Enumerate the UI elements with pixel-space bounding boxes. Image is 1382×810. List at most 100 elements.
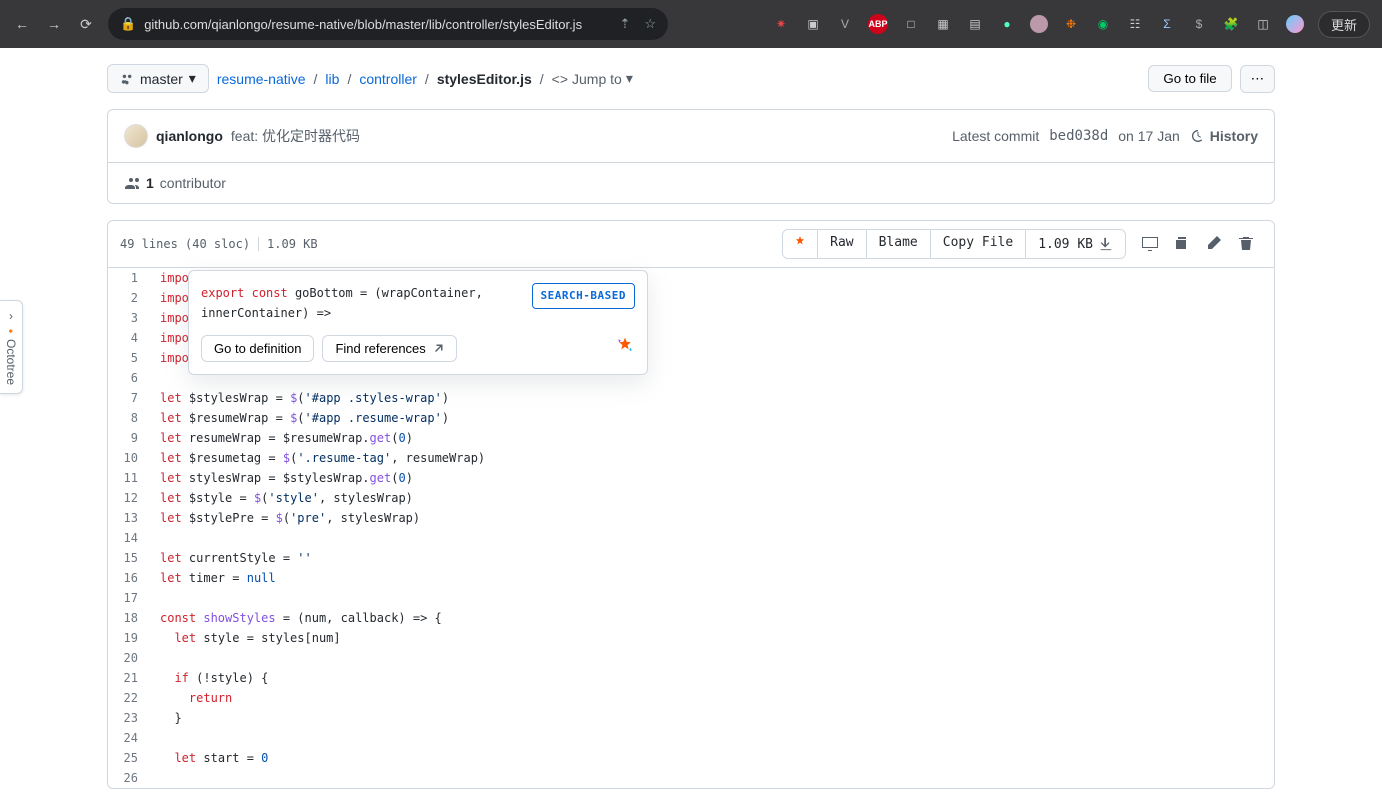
code-line[interactable]: 24 — [108, 728, 1274, 748]
path-sep: / — [540, 71, 544, 87]
symbol-hover-popup: SEARCH-BASED export const goBottom = (wr… — [188, 270, 648, 375]
delete-icon[interactable] — [1230, 230, 1262, 259]
edit-icon[interactable] — [1198, 230, 1230, 259]
bookmark-icon[interactable]: □ — [902, 15, 920, 33]
code-line[interactable]: 10let $resumetag = $('.resume-tag', resu… — [108, 448, 1274, 468]
code-line[interactable]: 11let stylesWrap = $stylesWrap.get(0) — [108, 468, 1274, 488]
ext-icon-7[interactable]: ◉ — [1094, 15, 1112, 33]
path-sep: / — [314, 71, 318, 87]
code-area[interactable]: SEARCH-BASED export const goBottom = (wr… — [108, 268, 1274, 788]
lock-icon: 🔒 — [120, 16, 136, 32]
branch-name: master — [140, 71, 183, 87]
raw-button[interactable]: Raw — [818, 230, 866, 258]
adblock-icon[interactable]: ABP — [868, 14, 888, 34]
ext-icon-v[interactable]: V — [836, 15, 854, 33]
chevron-right-icon: › — [9, 309, 13, 323]
blame-button[interactable]: Blame — [867, 230, 931, 258]
contributor-label: contributor — [160, 175, 226, 191]
url-bar[interactable]: 🔒 github.com/qianlongo/resume-native/blo… — [108, 8, 668, 40]
forward-icon[interactable]: → — [44, 16, 64, 32]
author-name[interactable]: qianlongo — [156, 128, 223, 144]
code-line[interactable]: 25 let start = 0 — [108, 748, 1274, 768]
ext-icon-8[interactable]: ☷ — [1126, 15, 1144, 33]
ext-icon-2[interactable]: ▣ — [804, 15, 822, 33]
path-sep: / — [347, 71, 351, 87]
breadcrumb-file: stylesEditor.js — [437, 71, 532, 87]
ext-icon-4[interactable]: ● — [998, 15, 1016, 33]
jump-to-dropdown[interactable]: <> Jump to ▾ — [552, 70, 633, 87]
code-line[interactable]: 15let currentStyle = '' — [108, 548, 1274, 568]
history-icon — [1190, 128, 1206, 144]
download-size-button[interactable]: 1.09 KB — [1026, 230, 1125, 258]
code-line[interactable]: 22 return — [108, 688, 1274, 708]
path-sep: / — [425, 71, 429, 87]
file-size: 1.09 KB — [267, 237, 318, 251]
latest-commit-row: qianlongo feat: 优化定时器代码 Latest commit be… — [108, 110, 1274, 163]
extensions-icon[interactable]: 🧩 — [1222, 15, 1240, 33]
panel-icon[interactable]: ◫ — [1254, 15, 1272, 33]
code-line[interactable]: 7let $stylesWrap = $('#app .styles-wrap'… — [108, 388, 1274, 408]
code-line[interactable]: 18const showStyles = (num, callback) => … — [108, 608, 1274, 628]
sourcegraph-group: Raw Blame Copy File 1.09 KB — [782, 229, 1126, 259]
code-line[interactable]: 23 } — [108, 708, 1274, 728]
breadcrumb-repo[interactable]: resume-native — [217, 71, 306, 87]
ext-icon-6[interactable]: ❉ — [1062, 15, 1080, 33]
branch-icon — [120, 72, 134, 86]
sourcegraph-icon[interactable] — [783, 230, 818, 258]
branch-dropdown[interactable]: master ▾ — [107, 64, 209, 93]
go-to-definition-button[interactable]: Go to definition — [201, 335, 314, 362]
ext-icon-1[interactable]: ✷ — [772, 15, 790, 33]
breadcrumb-controller[interactable]: controller — [359, 71, 417, 87]
sourcegraph-logo-icon[interactable] — [615, 336, 635, 362]
code-line[interactable]: 9let resumeWrap = $resumeWrap.get(0) — [108, 428, 1274, 448]
octotree-tab[interactable]: › • Octotree — [0, 300, 23, 394]
go-to-file-button[interactable]: Go to file — [1148, 65, 1231, 92]
more-actions-button[interactable]: ⋯ — [1240, 65, 1275, 93]
code-line[interactable]: 17 — [108, 588, 1274, 608]
ext-icon-5[interactable] — [1030, 15, 1048, 33]
external-link-icon — [432, 343, 444, 355]
file-path-row: master ▾ resume-native / lib / controlle… — [107, 64, 1275, 93]
code-line[interactable]: 26 — [108, 768, 1274, 788]
octotree-label: Octotree — [4, 339, 18, 385]
share-icon[interactable]: ⇡ — [619, 16, 630, 32]
profile-avatar[interactable] — [1286, 15, 1304, 33]
code-line[interactable]: 8let $resumeWrap = $('#app .resume-wrap'… — [108, 408, 1274, 428]
find-references-button[interactable]: Find references — [322, 335, 456, 362]
code-line[interactable]: 20 — [108, 648, 1274, 668]
contributor-count: 1 — [146, 175, 154, 191]
latest-commit-label: Latest commit — [952, 128, 1039, 144]
commit-message[interactable]: feat: 优化定时器代码 — [231, 126, 360, 146]
author-avatar[interactable] — [124, 124, 148, 148]
download-icon — [1099, 237, 1113, 251]
ext-icon-10[interactable]: $ — [1190, 15, 1208, 33]
url-text: github.com/qianlongo/resume-native/blob/… — [144, 17, 582, 32]
update-button[interactable]: 更新 — [1318, 11, 1370, 38]
divider — [258, 237, 259, 251]
code-line[interactable]: 19 let style = styles[num] — [108, 628, 1274, 648]
breadcrumb-lib[interactable]: lib — [325, 71, 339, 87]
browser-toolbar: ← → ⟳ 🔒 github.com/qianlongo/resume-nati… — [0, 0, 1382, 48]
octotree-logo-icon: • — [4, 329, 18, 333]
copy-icon[interactable] — [1166, 230, 1198, 259]
ext-icon-9[interactable]: Σ — [1158, 15, 1176, 33]
commit-sha[interactable]: bed038d — [1049, 128, 1108, 144]
code-icon: <> — [552, 71, 568, 87]
history-link[interactable]: History — [1190, 128, 1258, 144]
display-mode-icon[interactable] — [1134, 230, 1166, 259]
code-line[interactable]: 13let $stylePre = $('pre', stylesWrap) — [108, 508, 1274, 528]
back-icon[interactable]: ← — [12, 16, 32, 32]
copy-file-button[interactable]: Copy File — [931, 230, 1026, 258]
reload-icon[interactable]: ⟳ — [76, 16, 96, 33]
code-line[interactable]: 21 if (!style) { — [108, 668, 1274, 688]
code-line[interactable]: 16let timer = null — [108, 568, 1274, 588]
contributors-row[interactable]: 1 contributor — [108, 163, 1274, 203]
commit-box: qianlongo feat: 优化定时器代码 Latest commit be… — [107, 109, 1275, 204]
code-box: 49 lines (40 sloc) 1.09 KB Raw Blame Cop… — [107, 220, 1275, 789]
code-line[interactable]: 12let $style = $('style', stylesWrap) — [108, 488, 1274, 508]
star-icon[interactable]: ☆ — [644, 16, 656, 32]
ext-icon-3[interactable]: ▤ — [966, 15, 984, 33]
qr-icon[interactable]: ▦ — [934, 15, 952, 33]
code-header: 49 lines (40 sloc) 1.09 KB Raw Blame Cop… — [108, 221, 1274, 268]
code-line[interactable]: 14 — [108, 528, 1274, 548]
